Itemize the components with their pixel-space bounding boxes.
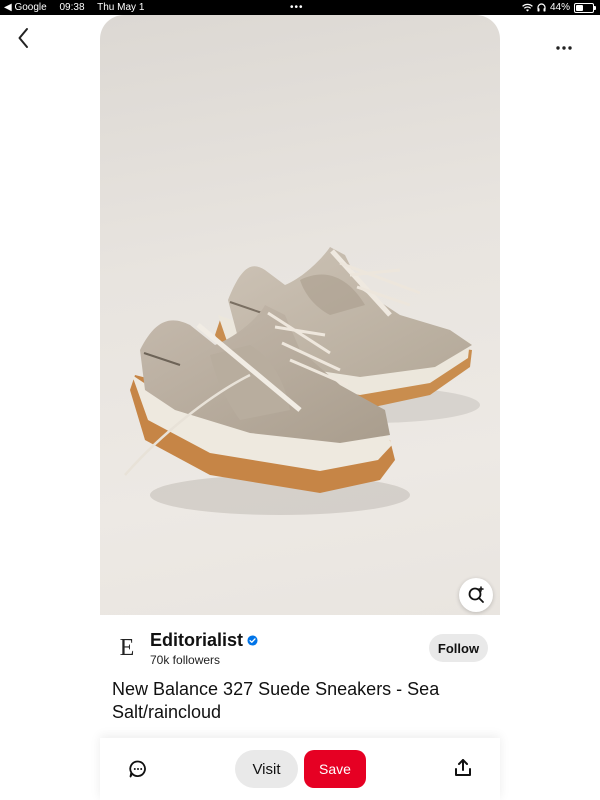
- more-options-button[interactable]: [550, 38, 578, 58]
- multitasking-dots[interactable]: •••: [290, 0, 304, 15]
- follower-count: 70k followers: [150, 653, 221, 667]
- status-left: ◀ Google 09:38 Thu May 1: [4, 0, 154, 15]
- save-button[interactable]: Save: [304, 750, 366, 788]
- headphones-icon: [537, 3, 546, 12]
- ellipsis-icon: [556, 46, 572, 50]
- creator-name-row[interactable]: Editorialist: [150, 630, 258, 651]
- comment-button[interactable]: [127, 758, 149, 780]
- action-bar: [100, 738, 500, 800]
- status-right: 44%: [522, 0, 596, 15]
- visit-button[interactable]: Visit: [235, 750, 298, 788]
- follow-button[interactable]: Follow: [429, 634, 488, 662]
- share-button[interactable]: [452, 757, 474, 779]
- share-icon: [455, 759, 471, 776]
- back-to-app-link[interactable]: ◀ Google: [4, 2, 47, 13]
- visual-search-icon: [468, 586, 484, 603]
- comment-icon: [129, 760, 146, 778]
- status-time: 09:38: [59, 2, 85, 13]
- visual-search-button[interactable]: [459, 578, 493, 612]
- creator-avatar[interactable]: E: [113, 634, 141, 662]
- battery-percent: 44%: [549, 2, 570, 13]
- pin-image[interactable]: [100, 15, 500, 615]
- status-date: Thu May 1: [97, 2, 145, 13]
- pin-title: New Balance 327 Suede Sneakers - Sea Sal…: [112, 679, 440, 722]
- wifi-icon: [522, 3, 533, 12]
- chevron-left-icon: [18, 28, 28, 48]
- battery-icon: [574, 2, 596, 13]
- status-bar: ◀ Google 09:38 Thu May 1 ••• 44%: [0, 0, 600, 15]
- verified-badge-icon: [247, 635, 258, 646]
- back-button[interactable]: [12, 26, 36, 50]
- creator-name[interactable]: Editorialist: [150, 630, 243, 651]
